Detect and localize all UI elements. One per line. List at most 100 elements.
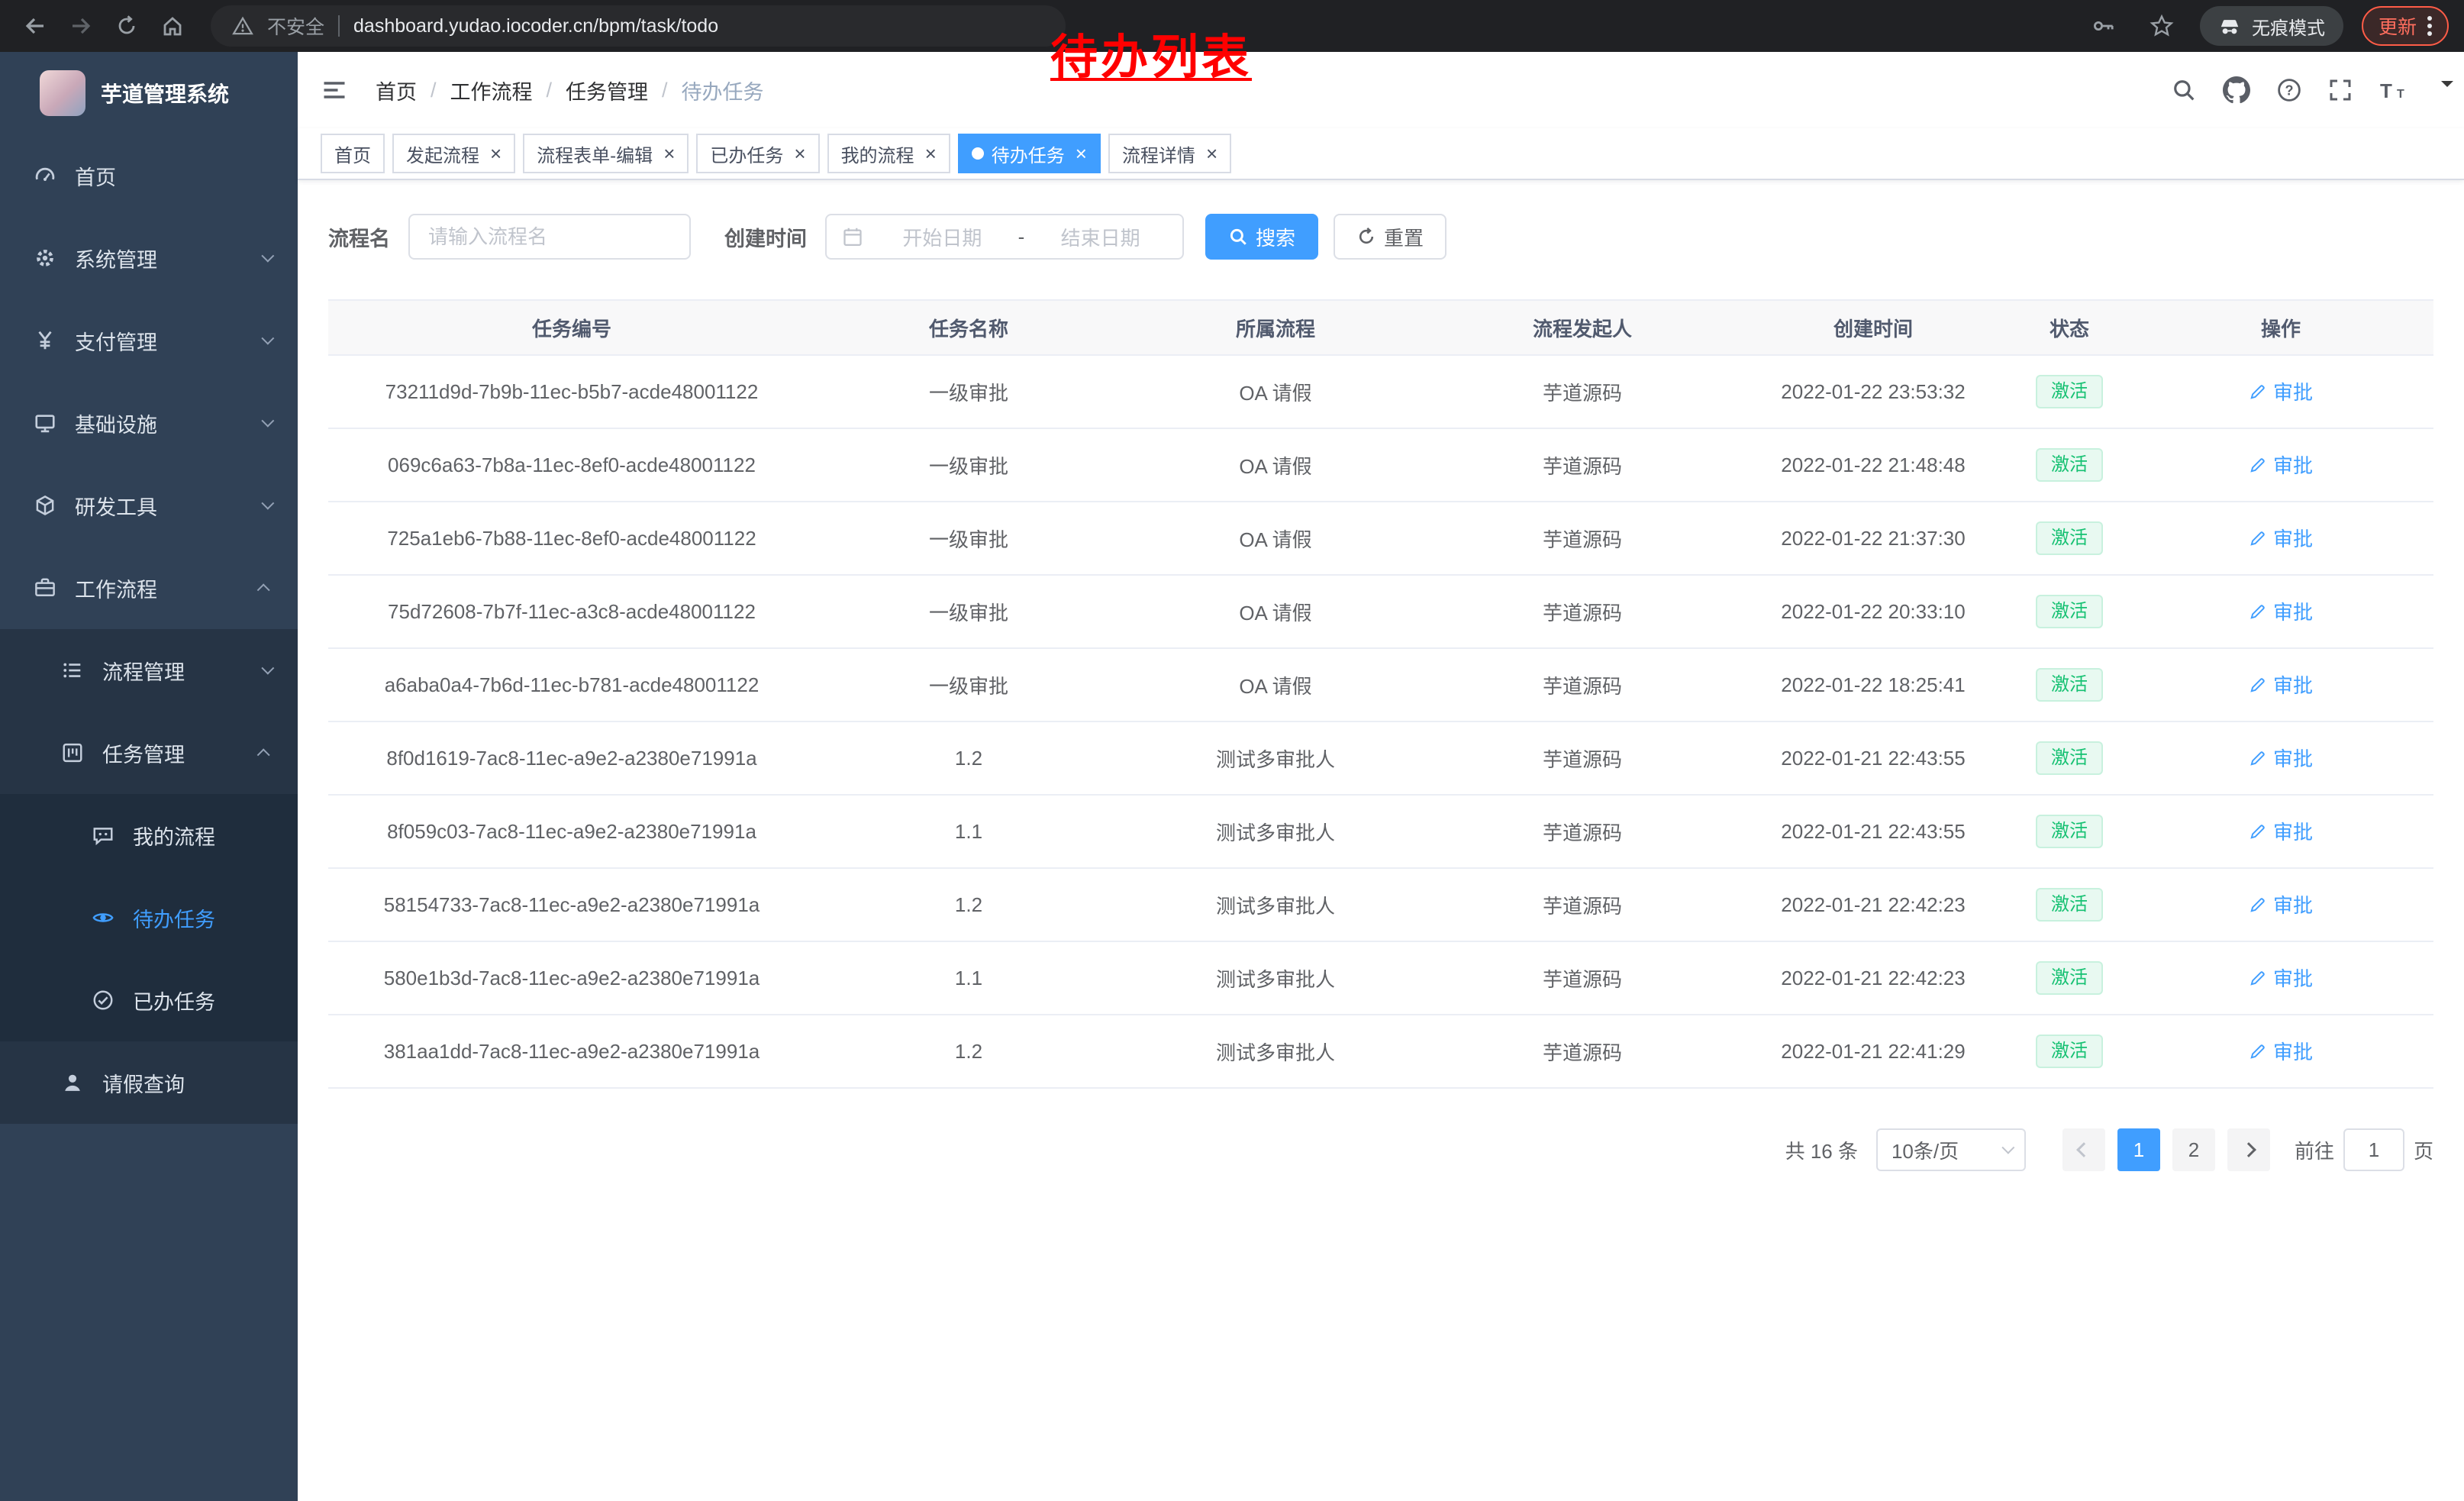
- incognito-label: 无痕模式: [2252, 13, 2325, 40]
- tab-home[interactable]: 首页: [321, 134, 385, 173]
- sidebar-item-process-mgmt[interactable]: 流程管理: [0, 629, 298, 712]
- goto-page-input[interactable]: [2343, 1128, 2404, 1171]
- page-button-1[interactable]: 1: [2117, 1128, 2160, 1171]
- sidebar-item-workflow[interactable]: 工作流程: [0, 547, 298, 629]
- table-row: 8f0d1619-7ac8-11ec-a9e2-a2380e71991a 1.2…: [328, 721, 2433, 795]
- close-tab-icon[interactable]: ×: [794, 144, 805, 163]
- cell-initiator: 芋道源码: [1429, 428, 1736, 502]
- approve-link[interactable]: 审批: [2249, 817, 2313, 845]
- close-tab-icon[interactable]: ×: [663, 144, 675, 163]
- sidebar-item-leave-query[interactable]: 请假查询: [0, 1041, 298, 1124]
- app-logo-row[interactable]: 芋道管理系统: [0, 52, 298, 134]
- search-button[interactable]: 搜索: [1205, 214, 1318, 260]
- tab-start-process[interactable]: 发起流程×: [392, 134, 515, 173]
- update-label: 更新: [2379, 12, 2417, 40]
- col-created: 创建时间: [1736, 300, 2011, 355]
- home-icon: [160, 14, 185, 38]
- breadcrumb-home[interactable]: 首页: [376, 76, 417, 105]
- breadcrumb-task-mgmt[interactable]: 任务管理: [566, 76, 648, 105]
- browser-home-button[interactable]: [153, 6, 192, 46]
- cell-action: 审批: [2128, 795, 2433, 868]
- tab-form-edit[interactable]: 流程表单-编辑×: [523, 134, 689, 173]
- address-bar[interactable]: 不安全 dashboard.yudao.iocoder.cn/bpm/task/…: [211, 5, 1066, 47]
- browser-reload-button[interactable]: [107, 6, 147, 46]
- chevron-up-icon: [257, 748, 270, 761]
- help-button[interactable]: ?: [2276, 77, 2302, 103]
- approve-link[interactable]: 审批: [2249, 524, 2313, 552]
- approve-link[interactable]: 审批: [2249, 597, 2313, 625]
- close-tab-icon[interactable]: ×: [925, 144, 937, 163]
- cell-status: 激活: [2011, 648, 2128, 721]
- header-search-button[interactable]: [2171, 77, 2197, 103]
- breadcrumb-workflow[interactable]: 工作流程: [450, 76, 533, 105]
- sidebar-item-task-mgmt[interactable]: 任务管理: [0, 712, 298, 794]
- incognito-badge[interactable]: 无痕模式: [2200, 6, 2343, 46]
- end-date-input[interactable]: 结束日期: [1034, 223, 1167, 251]
- search-icon: [1228, 227, 1248, 247]
- github-link[interactable]: [2223, 76, 2250, 104]
- close-tab-icon[interactable]: ×: [490, 144, 502, 163]
- approve-link[interactable]: 审批: [2249, 377, 2313, 405]
- cell-task-name: 一级审批: [815, 575, 1122, 648]
- edit-pen-icon: [2249, 383, 2267, 401]
- fullscreen-button[interactable]: [2328, 78, 2353, 102]
- sidebar-item-home[interactable]: 首页: [0, 134, 298, 217]
- breadcrumb: 首页 / 工作流程 / 任务管理 / 待办任务: [376, 76, 764, 105]
- browser-menu-icon[interactable]: [2427, 16, 2432, 36]
- tags-view-bar: 首页 发起流程× 流程表单-编辑× 已办任务× 我的流程× 待办任务× 流程详情…: [298, 128, 2464, 180]
- tab-my-process[interactable]: 我的流程×: [827, 134, 950, 173]
- warning-triangle-icon: [232, 15, 253, 37]
- cell-status: 激活: [2011, 575, 2128, 648]
- approve-link[interactable]: 审批: [2249, 670, 2313, 699]
- cell-action: 审批: [2128, 941, 2433, 1015]
- browser-update-button[interactable]: 更新: [2362, 6, 2449, 46]
- reload-icon: [115, 15, 138, 37]
- approve-link[interactable]: 审批: [2249, 890, 2313, 918]
- close-tab-icon[interactable]: ×: [1076, 144, 1087, 163]
- sidebar-item-done-tasks[interactable]: 已办任务: [0, 959, 298, 1041]
- close-tab-icon[interactable]: ×: [1206, 144, 1217, 163]
- cell-process: 测试多审批人: [1122, 941, 1429, 1015]
- approve-link[interactable]: 审批: [2249, 964, 2313, 992]
- sidebar-item-devtools[interactable]: 研发工具: [0, 464, 298, 547]
- tab-todo-tasks[interactable]: 待办任务×: [958, 134, 1101, 173]
- approve-link[interactable]: 审批: [2249, 450, 2313, 479]
- password-key-button[interactable]: [2084, 6, 2124, 46]
- date-range-picker[interactable]: 开始日期 - 结束日期: [825, 214, 1184, 260]
- star-icon: [2150, 14, 2174, 38]
- reset-button[interactable]: 重置: [1334, 214, 1446, 260]
- chevron-up-icon: [257, 583, 270, 596]
- sidebar-item-infra[interactable]: 基础设施: [0, 382, 298, 464]
- sidebar-item-my-process[interactable]: 我的流程: [0, 794, 298, 876]
- cell-task-name: 1.2: [815, 721, 1122, 795]
- start-date-input[interactable]: 开始日期: [876, 223, 1009, 251]
- url-text: dashboard.yudao.iocoder.cn/bpm/task/todo: [353, 15, 718, 37]
- browser-back-button[interactable]: [15, 6, 55, 46]
- cell-initiator: 芋道源码: [1429, 355, 1736, 428]
- cell-task-name: 1.1: [815, 941, 1122, 1015]
- browser-forward-button[interactable]: [61, 6, 101, 46]
- cell-process: OA 请假: [1122, 575, 1429, 648]
- sidebar-item-todo-tasks[interactable]: 待办任务: [0, 876, 298, 959]
- status-badge: 激活: [2036, 741, 2103, 775]
- cell-task-id: 580e1b3d-7ac8-11ec-a9e2-a2380e71991a: [328, 941, 815, 1015]
- check-circle-icon: [92, 989, 114, 1012]
- tab-process-detail[interactable]: 流程详情×: [1108, 134, 1231, 173]
- edit-pen-icon: [2249, 749, 2267, 767]
- page-button-2[interactable]: 2: [2172, 1128, 2215, 1171]
- approve-link[interactable]: 审批: [2249, 744, 2313, 772]
- tab-done-tasks[interactable]: 已办任务×: [696, 134, 819, 173]
- sidebar-item-payment[interactable]: 支付管理: [0, 299, 298, 382]
- sidebar-item-system[interactable]: 系统管理: [0, 217, 298, 299]
- page-size-select[interactable]: 10条/页: [1876, 1128, 2026, 1171]
- svg-text:?: ?: [2285, 82, 2293, 98]
- bookmark-star-button[interactable]: [2142, 6, 2182, 46]
- cell-status: 激活: [2011, 868, 2128, 941]
- next-page-button[interactable]: [2227, 1128, 2270, 1171]
- prev-page-button[interactable]: [2062, 1128, 2105, 1171]
- table-row: 8f059c03-7ac8-11ec-a9e2-a2380e71991a 1.1…: [328, 795, 2433, 868]
- collapse-sidebar-button[interactable]: [321, 76, 348, 104]
- approve-link[interactable]: 审批: [2249, 1037, 2313, 1065]
- font-size-button[interactable]: TT: [2379, 78, 2409, 102]
- process-name-input[interactable]: [408, 214, 691, 260]
